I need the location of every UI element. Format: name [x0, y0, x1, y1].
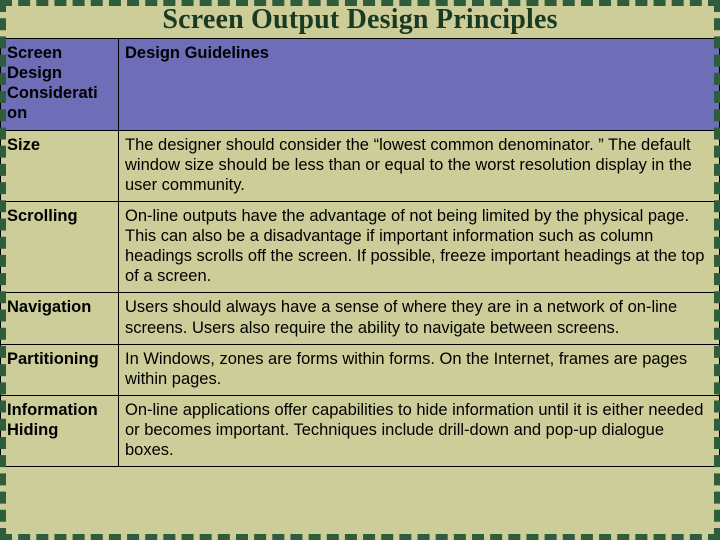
table-row: Partitioning In Windows, zones are forms… — [1, 344, 720, 395]
page-title: Screen Output Design Principles — [0, 0, 720, 38]
row-label: Scrolling — [1, 201, 119, 293]
table-row: Information Hiding On-line applications … — [1, 395, 720, 466]
principles-table: Screen Design Considerati on Design Guid… — [0, 38, 720, 467]
table-row: Size The designer should consider the “l… — [1, 130, 720, 201]
header-consideration: Screen Design Considerati on — [1, 39, 119, 131]
table-header-row: Screen Design Considerati on Design Guid… — [1, 39, 720, 131]
row-body: Users should always have a sense of wher… — [119, 293, 720, 344]
row-label: Navigation — [1, 293, 119, 344]
table-row: Scrolling On-line outputs have the advan… — [1, 201, 720, 293]
row-label: Size — [1, 130, 119, 201]
table-row: Navigation Users should always have a se… — [1, 293, 720, 344]
row-label: Partitioning — [1, 344, 119, 395]
header-guidelines: Design Guidelines — [119, 39, 720, 131]
row-label: Information Hiding — [1, 395, 119, 466]
row-body: In Windows, zones are forms within forms… — [119, 344, 720, 395]
row-body: On-line outputs have the advantage of no… — [119, 201, 720, 293]
row-body: The designer should consider the “lowest… — [119, 130, 720, 201]
row-body: On-line applications offer capabilities … — [119, 395, 720, 466]
